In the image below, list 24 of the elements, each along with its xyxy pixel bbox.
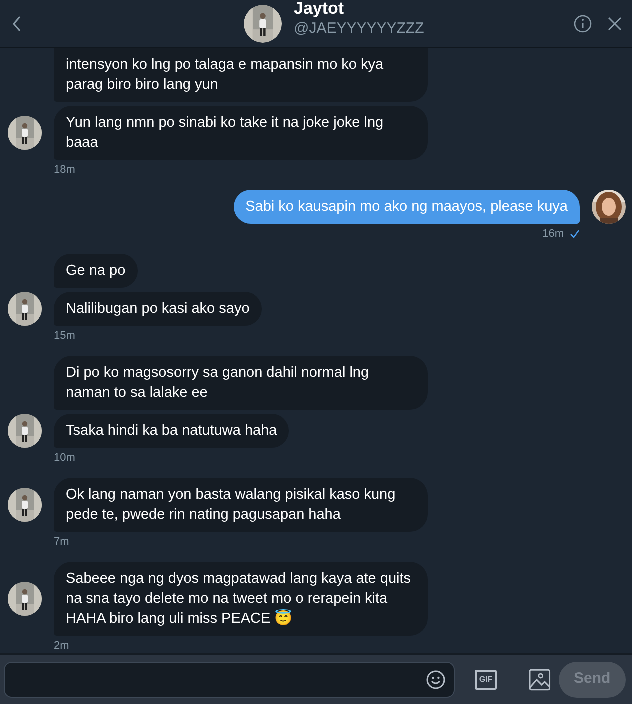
message-bubble: Di po ko magsosorry sa ganon dahil normal lng naman to sa lalake ee [54, 356, 428, 410]
message-bubble: Ok lang naman yon basta walang pisikal kaso kung pede te, pwede rin nating pagusapan haha [54, 478, 428, 532]
timestamp: 2m [54, 640, 70, 652]
message-input[interactable] [4, 662, 456, 698]
timestamp: 16m [542, 228, 564, 240]
gif-button[interactable]: GIF [475, 670, 497, 690]
timestamp: 18m [54, 164, 76, 176]
message-bubble: Sabeee nga ng dyos magpatawad lang kaya ate quits na sna tayo delete mo na tweet mo o rerapein kita HAHA biro lang uli miss PEACE 😇 [54, 562, 428, 636]
message-bubble: Ge na po [54, 254, 138, 288]
back-icon[interactable] [12, 16, 22, 32]
message-bubble: Tsaka hindi ka ba natutuwa haha [54, 414, 290, 448]
image-icon[interactable] [528, 668, 551, 690]
timestamp: 10m [54, 452, 76, 464]
timestamp: 7m [54, 536, 70, 548]
message-bubble: intensyon ko lng po talaga e mapansin mo ko kya parag biro biro lang yun [54, 48, 428, 102]
emoji-icon[interactable] [426, 670, 446, 690]
contact-name: Jaytot [294, 0, 346, 18]
info-icon[interactable] [574, 14, 592, 32]
message-bubble: Sabi ko kausapin mo ako ng maayos, please kuya [234, 190, 580, 224]
contact-handle: @JAEYYYYYYZZZ [294, 18, 424, 38]
message-bubble: Nalilibugan po kasi ako sayo [54, 292, 262, 326]
timestamp: 15m [54, 330, 76, 342]
close-icon[interactable] [608, 16, 622, 30]
message-bubble: Yun lang nmn po sinabi ko take it na joke joke lng baaa [54, 106, 428, 160]
